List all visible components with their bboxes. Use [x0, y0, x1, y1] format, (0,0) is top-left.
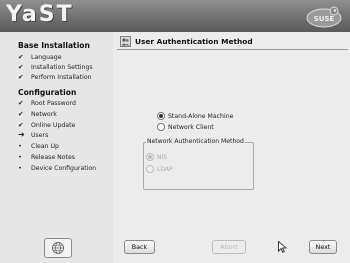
- yast-header: YaST SUSE: [0, 0, 350, 32]
- users-icon: [120, 35, 131, 47]
- title-divider: [117, 49, 348, 50]
- step-release-notes: • Release Notes: [18, 152, 113, 162]
- step-language: ✔ Language: [18, 52, 113, 62]
- bullet-icon: •: [18, 164, 22, 172]
- radio-unselected-disabled-icon[interactable]: [146, 165, 154, 173]
- back-button-label: Back: [131, 243, 148, 251]
- radio-selected-icon[interactable]: [157, 112, 165, 120]
- abort-button[interactable]: Abort: [212, 240, 246, 254]
- bullet-icon: •: [18, 153, 22, 161]
- option-label: Network Client: [168, 123, 214, 131]
- option-network-client[interactable]: Network Client: [157, 122, 214, 132]
- installation-steps-sidebar: Base Installation ✔ Language ✔ Installatio…: [0, 32, 113, 263]
- section-title-configuration: Configuration: [18, 88, 77, 97]
- option-label: LDAP: [157, 165, 173, 173]
- step-device-configuration: • Device Configuration: [18, 163, 113, 173]
- check-icon: ✔: [18, 53, 24, 61]
- help-button[interactable]: [44, 238, 72, 258]
- check-icon: ✔: [18, 110, 24, 118]
- section-title-base-installation: Base Installation: [18, 41, 90, 50]
- check-icon: ✔: [18, 73, 24, 81]
- step-label: Perform Installation: [31, 74, 92, 81]
- panel-header: User Authentication Method: [120, 34, 348, 48]
- check-icon: ✔: [18, 121, 24, 129]
- option-nis[interactable]: NIS: [146, 152, 167, 162]
- check-icon: ✔: [18, 63, 24, 71]
- step-label: Device Configuration: [31, 165, 97, 172]
- page-title: User Authentication Method: [135, 36, 253, 46]
- step-clean-up: • Clean Up: [18, 141, 113, 151]
- network-auth-legend: Network Authentication Method: [146, 138, 245, 145]
- step-online-update: ✔ Online Update: [18, 120, 113, 130]
- back-button[interactable]: Back: [124, 240, 155, 254]
- next-button[interactable]: Next: [309, 240, 337, 254]
- step-label: Network: [31, 111, 57, 118]
- bullet-icon: •: [18, 142, 22, 150]
- step-label: Users: [31, 132, 49, 139]
- option-stand-alone-machine[interactable]: Stand-Alone Machine: [157, 111, 233, 121]
- abort-button-label: Abort: [220, 243, 238, 251]
- step-label: Release Notes: [31, 154, 76, 161]
- step-root-password: ✔ Root Password: [18, 98, 113, 108]
- step-perform-installation: ✔ Perform Installation: [18, 72, 113, 82]
- next-button-label: Next: [315, 243, 331, 251]
- globe-icon: [52, 242, 64, 254]
- suse-logo-icon: SUSE: [306, 6, 342, 28]
- step-label: Root Password: [31, 100, 76, 107]
- check-icon: ✔: [18, 99, 24, 107]
- step-network: ✔ Network: [18, 109, 113, 119]
- arrow-right-icon: ➜: [18, 130, 25, 139]
- option-label: Stand-Alone Machine: [168, 112, 234, 120]
- mouse-pointer-icon: [278, 241, 287, 253]
- option-ldap[interactable]: LDAP: [146, 164, 173, 174]
- suse-logo-text: SUSE: [314, 15, 335, 23]
- step-label: Clean Up: [31, 143, 59, 150]
- radio-selected-disabled-icon[interactable]: [146, 153, 154, 161]
- yast-logo: YaST: [6, 2, 74, 27]
- step-installation-settings: ✔ Installation Settings: [18, 62, 113, 72]
- step-users: ➜ Users: [18, 130, 113, 140]
- radio-unselected-icon[interactable]: [157, 123, 165, 131]
- option-label: NIS: [157, 153, 168, 161]
